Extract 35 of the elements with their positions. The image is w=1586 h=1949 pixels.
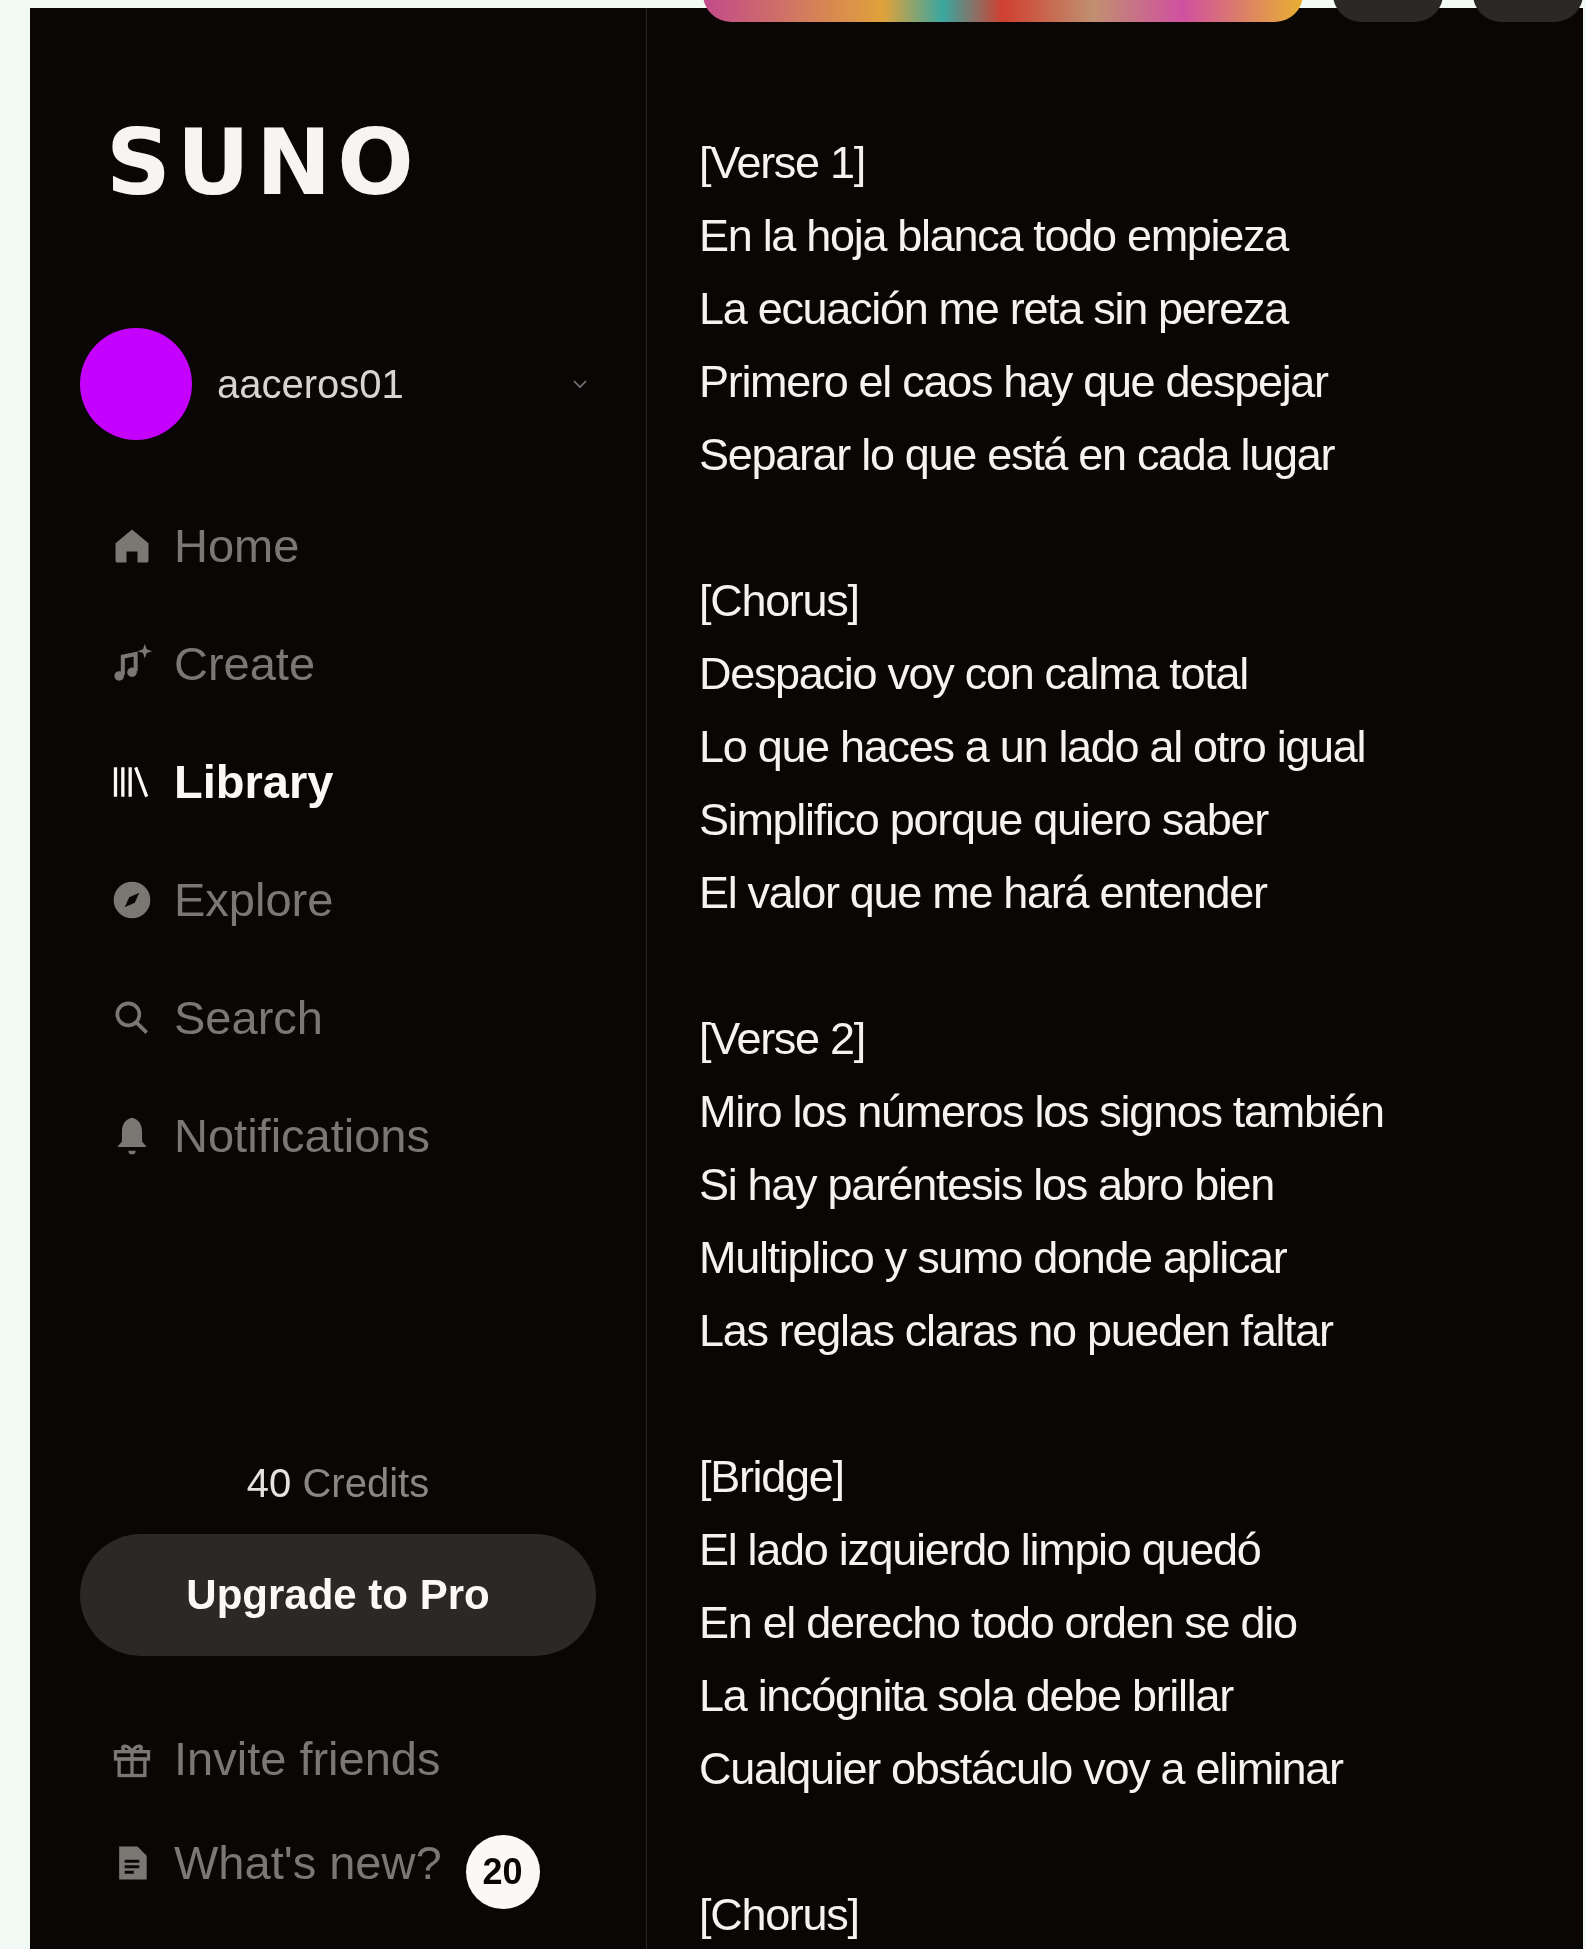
lyrics-section-heading: [Bridge] [699, 1450, 845, 1504]
lyrics-section-heading: [Chorus] [699, 574, 860, 628]
lyrics-line: El lado izquierdo limpio quedó [699, 1523, 1262, 1577]
nav-item[interactable]: Home [110, 518, 300, 574]
lyrics-line: Lo que haces a un lado al otro igual [699, 720, 1367, 774]
nav-item[interactable]: Search [110, 990, 323, 1046]
lyrics-section-heading: [Chorus] [699, 1888, 860, 1942]
nav-item[interactable]: Library [110, 754, 334, 810]
lyrics-line: Simplifico porque quiero saber [699, 793, 1270, 847]
count-badge: 20 [465, 1835, 540, 1909]
chevron-down-icon[interactable] [572, 379, 588, 389]
lyrics-line: Primero el caos hay que despejar [699, 355, 1330, 409]
lyrics-line: Cualquier obstáculo voy a eliminar [699, 1742, 1345, 1796]
lyrics-line: La ecuación me reta sin pereza [699, 282, 1290, 336]
lyrics-line: Las reglas claras no pueden faltar [699, 1304, 1335, 1358]
lyrics-line: Despacio voy con calma total [699, 647, 1249, 701]
lyrics-section-heading: [Verse 2] [699, 1012, 866, 1066]
footer-link[interactable]: What's new? [110, 1835, 442, 1891]
credits-count: 40 Credits [246, 1461, 430, 1506]
suno-logo[interactable]: SUNO [80, 118, 420, 208]
upgrade-button[interactable]: Upgrade to Pro [80, 1534, 596, 1656]
footer-link[interactable]: Invite friends [110, 1731, 441, 1787]
lyrics-line: Miro los números los signos también [699, 1085, 1385, 1139]
lyrics-line: En el derecho todo orden se dio [699, 1596, 1298, 1650]
lyrics-line: En la hoja blanca todo empieza [699, 209, 1290, 263]
nav-item[interactable]: Explore [110, 872, 334, 928]
nav-item[interactable]: Notifications [110, 1108, 430, 1164]
username[interactable]: aaceros01 [217, 361, 572, 407]
nav-item[interactable]: Create [110, 636, 316, 692]
lyrics-section-heading: [Verse 1] [699, 136, 866, 190]
lyrics-line: El valor que me hará entender [699, 866, 1269, 920]
lyrics-line: Separar lo que está en cada lugar [699, 428, 1336, 482]
lyrics-line: Si hay paréntesis los abro bien [699, 1158, 1276, 1212]
lyrics-line: Multiplico y sumo donde aplicar [699, 1231, 1288, 1285]
lyrics-line: La incógnita sola debe brillar [699, 1669, 1235, 1723]
